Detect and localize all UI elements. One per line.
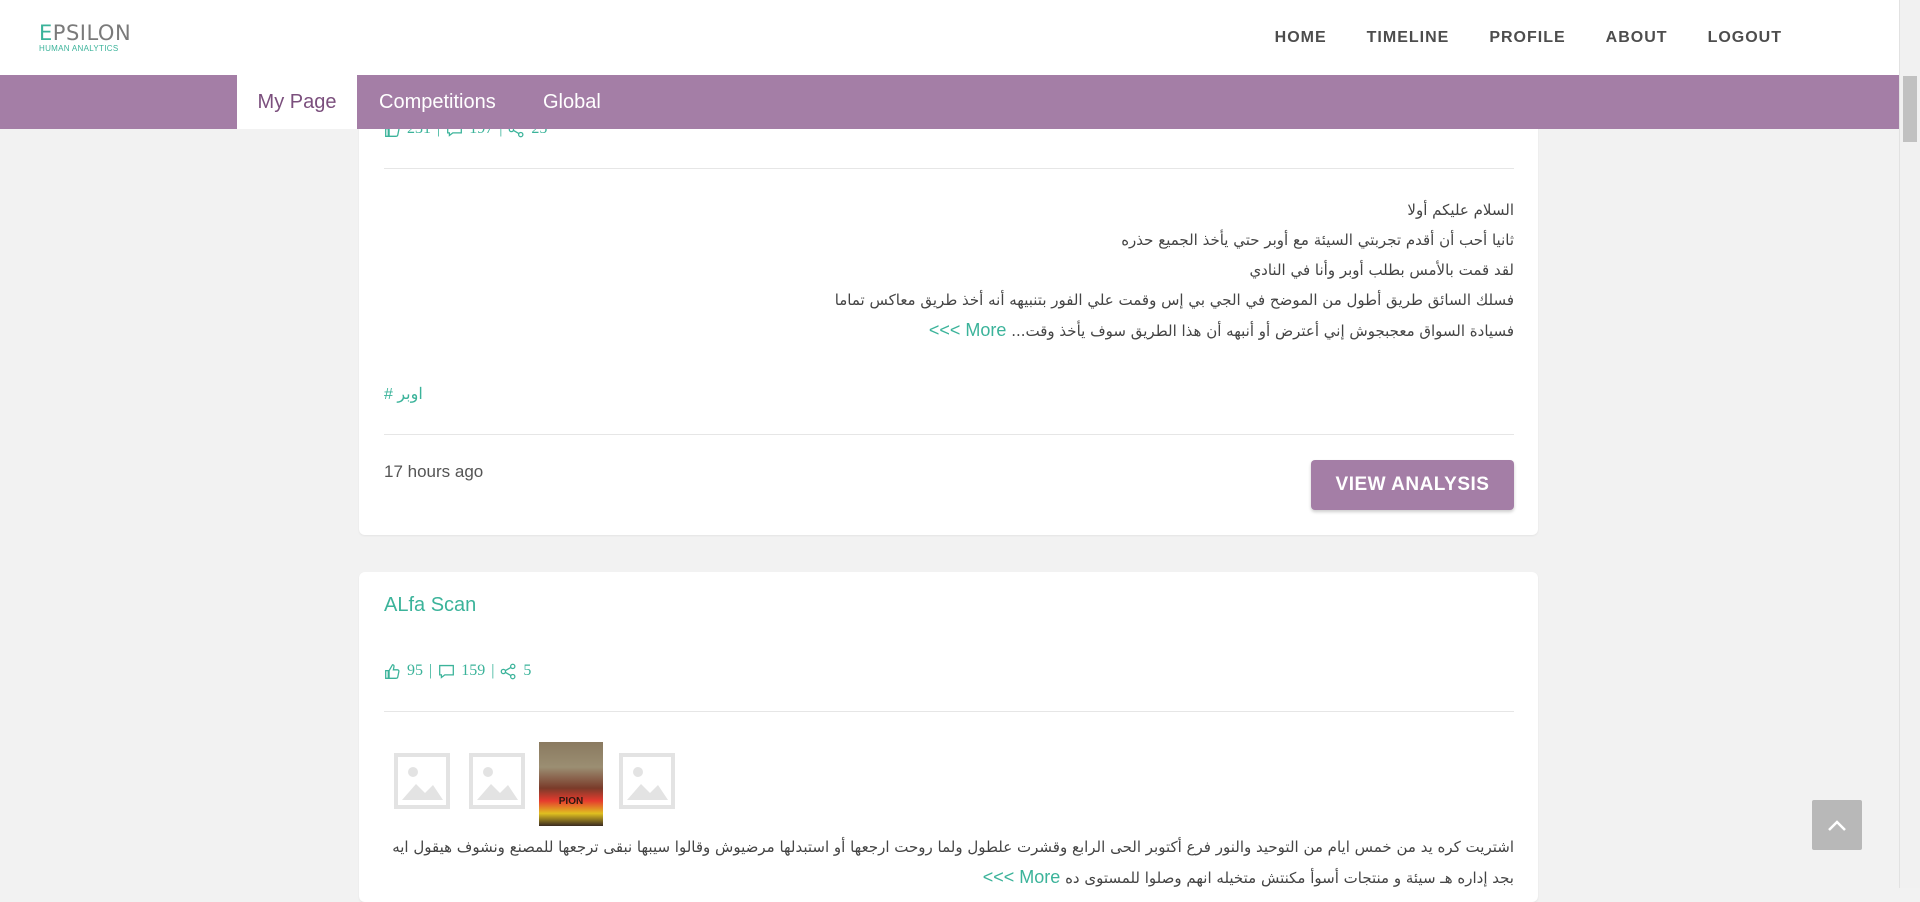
nav-about[interactable]: ABOUT <box>1606 29 1668 47</box>
post-card: 231| 197| 25 السلام عليكم أولا ثانيا أحب… <box>359 90 1538 535</box>
share-icon[interactable] <box>500 663 517 680</box>
vertical-scrollbar[interactable] <box>1899 0 1920 888</box>
tab-global[interactable]: Global <box>543 75 601 129</box>
image-placeholder-icon[interactable] <box>618 752 676 810</box>
post-body: اشتريت كره يد من خمس ايام من التوحيد وال… <box>384 832 1514 893</box>
nav-profile[interactable]: PROFILE <box>1489 29 1565 47</box>
post-author[interactable]: ALfa Scan <box>384 594 476 617</box>
post-line: السلام عليكم أولا <box>1407 201 1514 219</box>
more-link[interactable]: More >>> <box>983 867 1061 887</box>
likes-count: 95 <box>407 662 423 679</box>
divider <box>384 434 1514 435</box>
sub-nav: My Page Competitions Global <box>0 75 1900 129</box>
post-stats: 95 | 159 | 5 <box>384 662 531 680</box>
nav-logout[interactable]: LOGOUT <box>1708 29 1782 47</box>
like-icon[interactable] <box>384 663 401 680</box>
nav-timeline[interactable]: TIMELINE <box>1367 29 1450 47</box>
post-card: ALfa Scan 95 | 159 | 5 PION اشتريت كره يد … <box>359 572 1538 902</box>
photo-caption: PION <box>558 796 584 807</box>
post-photo[interactable]: PION <box>539 742 603 826</box>
image-placeholder-icon[interactable] <box>468 752 526 810</box>
view-analysis-button[interactable]: VIEW ANALYSIS <box>1311 460 1514 510</box>
app-logo[interactable]: EPSILON HUMAN ANALYTICS <box>39 22 131 53</box>
chevron-up-icon <box>1828 820 1846 831</box>
hashtag-link[interactable]: # اوبر <box>384 384 423 404</box>
comment-icon[interactable] <box>438 663 455 680</box>
post-line: لقد قمت بالأمس بطلب أوبر وأنا في النادي <box>1249 261 1514 279</box>
post-line: فسيادة السواق معجبجوش إني أعترض أو أنبهه… <box>1011 322 1514 340</box>
post-timestamp: 17 hours ago <box>384 462 484 481</box>
comments-count: 159 <box>461 662 486 679</box>
scrollbar-thumb[interactable] <box>1903 76 1917 142</box>
logo-subtitle: HUMAN ANALYTICS <box>39 44 119 53</box>
image-placeholder-icon[interactable] <box>393 752 451 810</box>
top-header: EPSILON HUMAN ANALYTICS HOME TIMELINE PR… <box>0 0 1900 75</box>
tab-my-page[interactable]: My Page <box>237 75 357 129</box>
post-line: ثانيا أحب أن أقدم تجربتي السيئة مع أوبر … <box>1121 231 1514 249</box>
post-line: بجد إداره هـ سيئة و منتجات أسوأ مكنتش مت… <box>1065 869 1514 887</box>
shares-count: 5 <box>523 662 532 679</box>
nav-home[interactable]: HOME <box>1275 29 1327 47</box>
main-nav: HOME TIMELINE PROFILE ABOUT LOGOUT <box>1275 0 1782 75</box>
back-to-top-button[interactable] <box>1812 800 1862 850</box>
post-line: فسلك السائق طريق أطول من الموضح في الجي … <box>834 291 1514 309</box>
divider <box>384 711 1514 712</box>
divider <box>384 168 1514 169</box>
logo-title: EPSILON <box>39 21 132 45</box>
tab-competitions[interactable]: Competitions <box>379 75 496 129</box>
more-link[interactable]: More >>> <box>929 320 1007 340</box>
post-body: السلام عليكم أولا ثانيا أحب أن أقدم تجرب… <box>835 195 1514 346</box>
post-line: اشتريت كره يد من خمس ايام من التوحيد وال… <box>392 838 1514 856</box>
